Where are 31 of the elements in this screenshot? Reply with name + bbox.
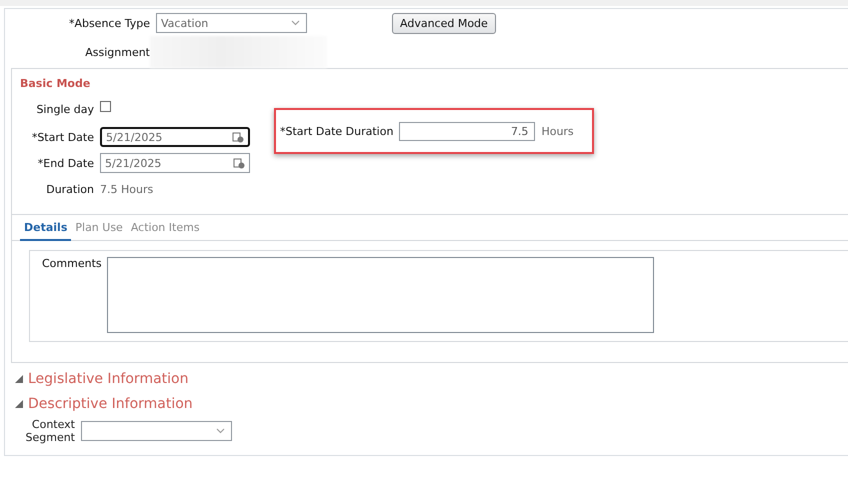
- calendar-icon[interactable]: [233, 157, 245, 169]
- single-day-checkbox[interactable]: [100, 100, 111, 112]
- chevron-down-icon: [291, 20, 300, 26]
- section-title: Basic Mode: [20, 77, 90, 90]
- assignment-label: Assignment: [85, 46, 150, 58]
- unit-label: Hours: [541, 124, 574, 138]
- start-date-label: *Start Date: [32, 130, 94, 144]
- section-header[interactable]: Descriptive Information: [28, 396, 193, 412]
- end-date-field[interactable]: 5/21/2025: [100, 153, 250, 173]
- duration-label: Duration: [46, 182, 94, 196]
- tab[interactable]: Plan Use: [71, 221, 127, 241]
- duration-value: 7.5 Hours: [100, 182, 154, 196]
- section-header[interactable]: Legislative Information: [28, 370, 188, 386]
- calendar-icon[interactable]: [232, 131, 244, 143]
- absence-type-label: *Absence Type: [68, 16, 150, 30]
- advanced-mode-button[interactable]: Advanced Mode: [392, 12, 496, 34]
- triangle-icon[interactable]: [15, 400, 23, 408]
- single-day-label: Single day: [36, 102, 94, 116]
- tab[interactable]: Details: [20, 221, 72, 241]
- chevron-down-icon: [216, 428, 225, 434]
- end-date-label: *End Date: [38, 156, 94, 170]
- start-date-duration-label: *Start Date Duration: [280, 124, 394, 138]
- context-segment-select[interactable]: [81, 421, 232, 441]
- start-date-field[interactable]: 5/21/2025: [100, 127, 250, 147]
- comments-field[interactable]: [106, 257, 654, 333]
- comments-label: Comments: [42, 257, 102, 270]
- tab[interactable]: Action Items: [126, 221, 204, 241]
- context-segment-label: Context Segment: [26, 418, 75, 444]
- triangle-icon[interactable]: [15, 374, 23, 382]
- absence-type-select[interactable]: Vacation: [156, 13, 307, 33]
- duration-input[interactable]: 7.5: [399, 122, 536, 140]
